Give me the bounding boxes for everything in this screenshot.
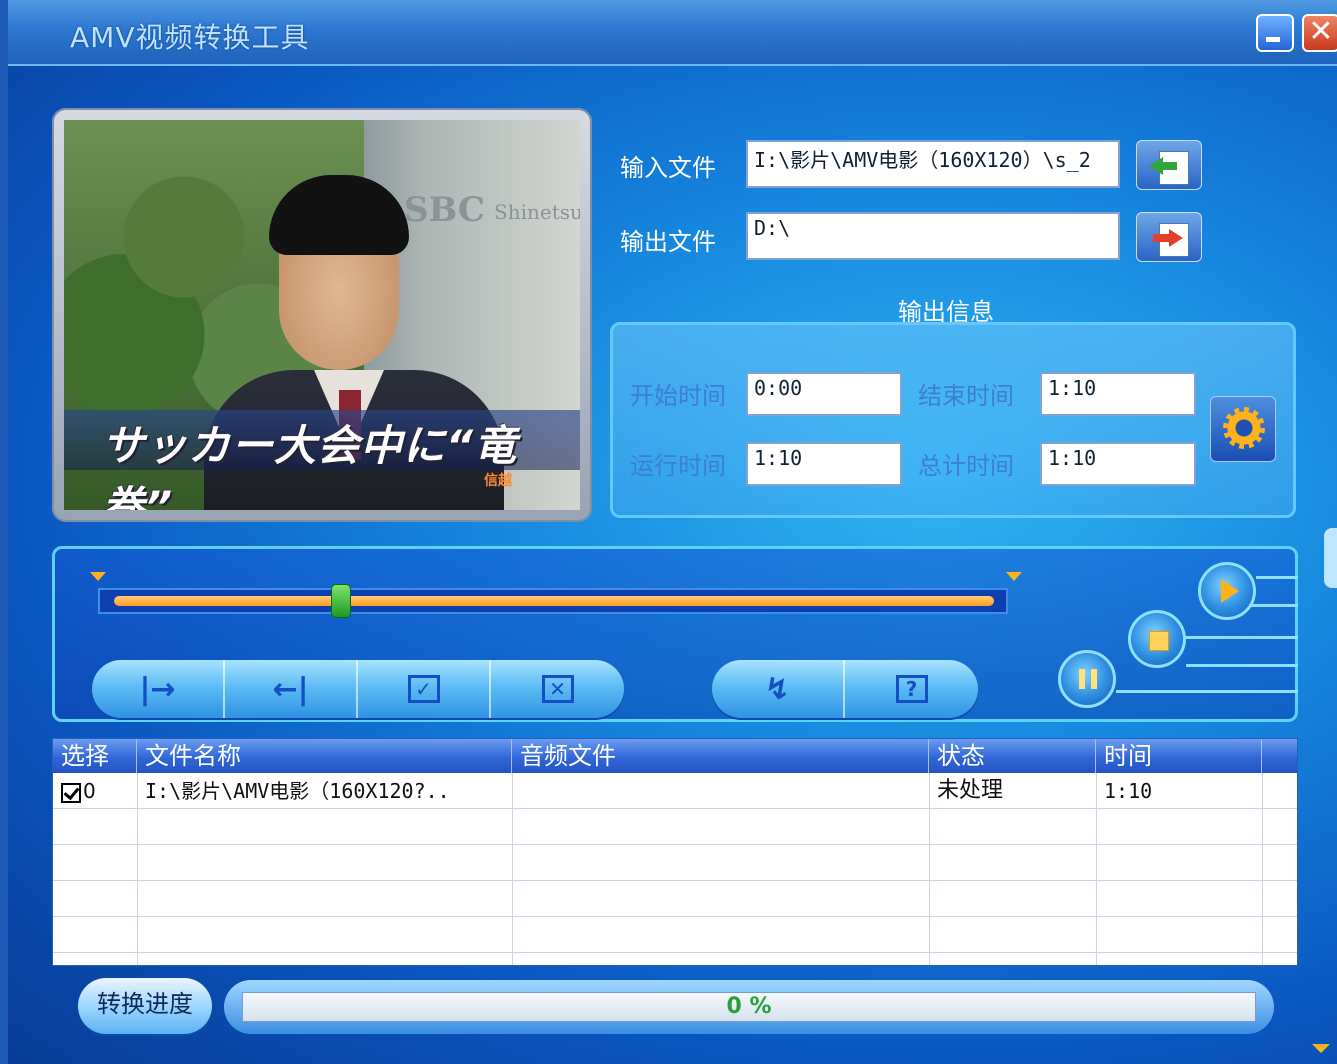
column-header-select[interactable]: 选择 [53, 739, 137, 773]
pause-connector [1116, 690, 1298, 693]
timeline-slider-thumb[interactable] [330, 584, 351, 618]
set-end-icon: ←| [272, 671, 309, 707]
set-end-button[interactable]: ←| [225, 660, 358, 718]
stop-connector-lower [1186, 664, 1298, 667]
stop-connector [1186, 636, 1298, 639]
select-all-button[interactable]: ✓ [358, 660, 491, 718]
end-time-label: 结束时间 [918, 382, 1014, 410]
play-connector [1256, 576, 1298, 579]
start-time-field[interactable]: 0:00 [746, 372, 902, 416]
row-checkbox[interactable] [61, 782, 81, 803]
table-row-empty [53, 917, 1297, 953]
timeline-slider[interactable] [98, 588, 1008, 614]
progress-bar: 0 % [242, 992, 1256, 1022]
video-sign-text: SBC [404, 190, 485, 230]
table-header: 选择 文件名称 音频文件 状态 时间 [53, 739, 1297, 773]
video-preview-frame: SBC Shinetsu サッカー大会中に“竜巻” 信越 [52, 108, 592, 522]
app-window: AMV视频转换工具 ✕ SBC Shinetsu サッカー大会中に“竜巻” 信越… [0, 0, 1337, 1064]
corner-arrow-icon[interactable] [1312, 1044, 1330, 1053]
minimize-button[interactable] [1256, 14, 1294, 52]
row-audio-cell [512, 773, 929, 809]
play-icon [1221, 579, 1239, 603]
edit-toolbar: |→ ←| ✓ ✕ [92, 660, 624, 718]
progress-bar-frame: 0 % [224, 980, 1274, 1034]
help-button[interactable]: ? [845, 660, 978, 718]
run-time-label: 运行时间 [630, 452, 726, 480]
settings-button[interactable] [1210, 396, 1276, 462]
table-row-empty [53, 881, 1297, 917]
total-time-field[interactable]: 1:10 [1040, 442, 1196, 486]
gear-icon [1223, 407, 1265, 449]
table-row-empty [53, 809, 1297, 845]
video-caption: サッカー大会中に“竜巻” [102, 421, 518, 510]
input-file-label: 输入文件 [620, 154, 716, 182]
checkbox-checked-icon: ✓ [407, 675, 440, 703]
column-header-time[interactable]: 时间 [1096, 739, 1262, 773]
progress-percent-text: 0 % [726, 994, 772, 1019]
stop-icon [1149, 631, 1169, 651]
set-start-icon: |→ [139, 671, 176, 707]
convert-arrows-icon: ↯ [764, 671, 791, 707]
input-file-field[interactable]: I:\影片\AMV电影（160X120）\s_2 [746, 140, 1120, 188]
table-row[interactable]: 0 I:\影片\AMV电影（160X120?.. 未处理 1:10 [53, 773, 1297, 809]
action-toolbar: ↯ ? [712, 660, 978, 718]
window-left-edge [0, 0, 8, 1064]
video-preview[interactable]: SBC Shinetsu サッカー大会中に“竜巻” 信越 [64, 120, 580, 510]
output-file-label: 输出文件 [620, 228, 716, 256]
column-header-status[interactable]: 状态 [929, 739, 1096, 773]
browse-input-button[interactable] [1136, 140, 1202, 190]
close-icon: ✕ [1308, 14, 1334, 49]
play-button[interactable] [1198, 562, 1256, 620]
output-info-panel [610, 322, 1296, 518]
pause-button[interactable] [1058, 650, 1116, 708]
set-start-button[interactable]: |→ [92, 660, 225, 718]
row-filename-cell: I:\影片\AMV电影（160X120?.. [145, 779, 450, 803]
title-bar[interactable]: AMV视频转换工具 ✕ [8, 0, 1337, 66]
browse-output-button[interactable] [1136, 212, 1202, 262]
total-time-label: 总计时间 [918, 452, 1014, 480]
end-marker-icon[interactable] [1006, 572, 1022, 581]
video-channel-logo: 信越 [484, 473, 512, 489]
row-time-cell: 1:10 [1104, 779, 1153, 803]
close-button[interactable]: ✕ [1302, 14, 1337, 52]
row-index: 0 [83, 779, 96, 803]
file-table: 选择 文件名称 音频文件 状态 时间 0 I:\影片\AMV电影（160X120… [52, 738, 1298, 966]
timeline-slider-fill [114, 596, 994, 606]
run-time-field[interactable]: 1:10 [746, 442, 902, 486]
column-header-filename[interactable]: 文件名称 [137, 739, 512, 773]
conversion-progress-label: 转换进度 [78, 978, 212, 1034]
checkbox-x-icon: ✕ [541, 675, 574, 703]
stop-button[interactable] [1128, 610, 1186, 668]
table-row-empty [53, 845, 1297, 881]
output-file-field[interactable]: D:\ [746, 212, 1120, 260]
help-icon: ? [895, 675, 928, 703]
window-title: AMV视频转换工具 [70, 21, 310, 54]
column-header-audio[interactable]: 音频文件 [512, 739, 929, 773]
remove-button[interactable]: ✕ [491, 660, 624, 718]
row-select-cell[interactable]: 0 [53, 773, 137, 809]
video-sign-text-secondary: Shinetsu [494, 200, 580, 224]
start-marker-icon[interactable] [90, 572, 106, 581]
start-time-label: 开始时间 [630, 382, 726, 410]
convert-button[interactable]: ↯ [712, 660, 845, 718]
end-time-field[interactable]: 1:10 [1040, 372, 1196, 416]
side-expand-tab[interactable] [1324, 528, 1337, 588]
row-status-cell: 未处理 [937, 778, 1004, 803]
